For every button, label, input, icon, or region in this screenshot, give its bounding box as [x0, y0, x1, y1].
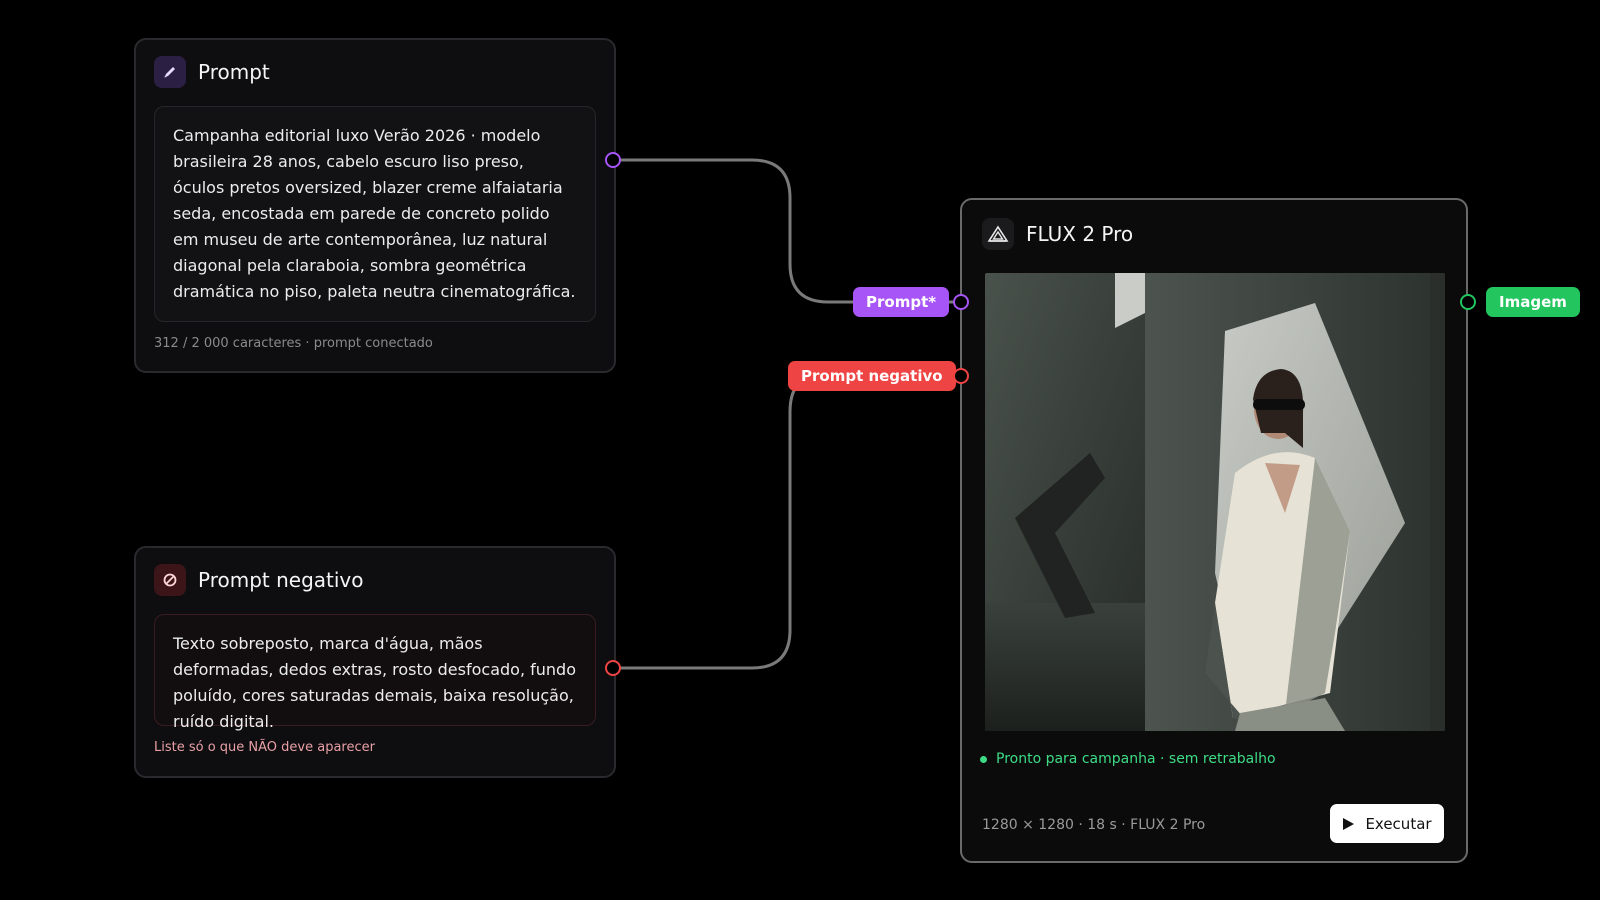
- fashion-photo: [985, 273, 1445, 731]
- negative-node-header: Prompt negativo: [154, 564, 364, 596]
- prompt-output-port[interactable]: [605, 152, 621, 168]
- status-text: Pronto para campanha · sem retrabalho: [996, 751, 1276, 767]
- forbidden-icon: [154, 564, 186, 596]
- status-indicator: Pronto para campanha · sem retrabalho: [980, 751, 1276, 767]
- negative-prompt-node[interactable]: Prompt negativo Texto sobreposto, marca …: [134, 546, 616, 778]
- play-icon: [1343, 817, 1355, 830]
- negative-input-port[interactable]: [953, 368, 969, 384]
- prompt-char-count: 312 / 2 000 caracteres · prompt conectad…: [154, 336, 433, 351]
- status-dot: [980, 755, 987, 763]
- flux-node-header: FLUX 2 Pro: [982, 218, 1133, 250]
- prompt-input-port[interactable]: [953, 294, 969, 310]
- negative-wire: [620, 374, 821, 670]
- pencil-icon: [154, 56, 186, 88]
- negative-output-port[interactable]: [605, 660, 621, 676]
- negative-node-title: Prompt negativo: [198, 568, 364, 592]
- flux-meta: 1280 × 1280 · 18 s · FLUX 2 Pro: [982, 817, 1206, 833]
- generated-image-preview[interactable]: [985, 273, 1445, 731]
- flux-node-title: FLUX 2 Pro: [1026, 222, 1134, 246]
- run-button[interactable]: Executar: [1330, 804, 1444, 843]
- negative-prompt-textarea[interactable]: Texto sobreposto, marca d'água, mãos def…: [154, 614, 596, 731]
- prompt-textarea[interactable]: Campanha editorial luxo Verão 2026 · mod…: [154, 106, 596, 322]
- image-output-port[interactable]: [1460, 294, 1476, 310]
- negative-prompt-hint: Liste só o que NÃO deve aparecer: [154, 740, 375, 755]
- image-output-tag: Imagem: [1486, 287, 1580, 317]
- run-button-label: Executar: [1365, 814, 1432, 833]
- prompt-input-tag: Prompt*: [853, 287, 950, 317]
- prompt-node[interactable]: Prompt Campanha editorial luxo Verão 202…: [134, 38, 616, 373]
- flux-logo-icon: [982, 218, 1014, 250]
- prompt-wire: [620, 158, 856, 304]
- prompt-node-header: Prompt: [154, 56, 270, 88]
- prompt-node-title: Prompt: [198, 60, 270, 84]
- negative-input-tag: Prompt negativo: [788, 361, 956, 391]
